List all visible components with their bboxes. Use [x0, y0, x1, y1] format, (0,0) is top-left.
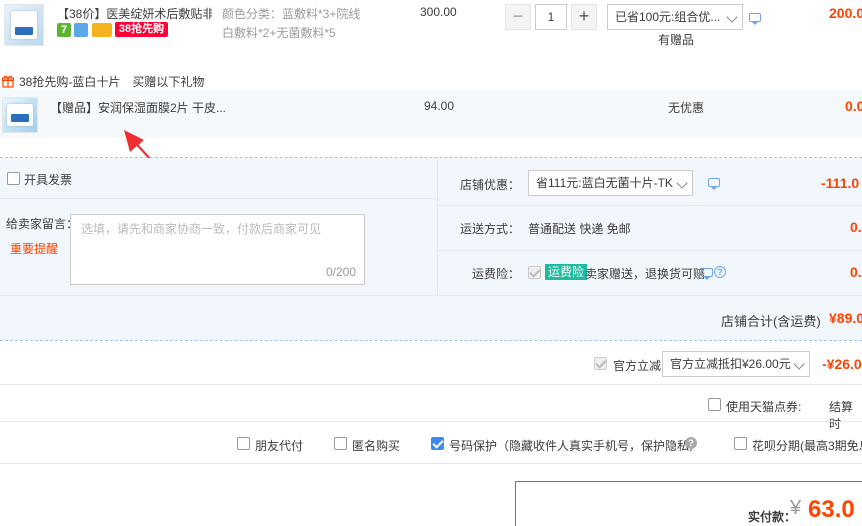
anonymous-checkbox[interactable] — [334, 437, 347, 450]
insurance-description: 卖家赠送，退换货可赔 — [585, 267, 706, 281]
shop-total-amount: ¥89.0 — [829, 310, 862, 326]
separator — [437, 205, 862, 206]
shop-coupon-select[interactable]: 省111元:蓝白无菌十片-TK — [528, 170, 693, 196]
help-icon[interactable]: ? — [714, 266, 726, 278]
service-badge-7day: 7 — [57, 23, 71, 37]
product-title-link[interactable]: 【38价】医美绽妍术后敷贴非... — [57, 5, 212, 22]
gift-thumbnail[interactable] — [2, 97, 38, 133]
message-label: 给卖家留言： — [6, 217, 79, 231]
separator — [0, 463, 862, 464]
official-discount-value: 官方立减抵扣¥26.00元 — [670, 357, 791, 371]
number-protect-label[interactable]: 号码保护（隐藏收件人真实手机号，保护隐私） — [449, 437, 701, 454]
shop-total-label: 店铺合计(含运费) — [721, 314, 821, 329]
separator — [0, 295, 862, 296]
invoice-label[interactable]: 开具发票 — [24, 171, 72, 188]
separator — [437, 250, 862, 251]
gift-icon — [2, 75, 14, 88]
increase-quantity-button[interactable]: + — [571, 4, 597, 30]
promotion-select-value: 已省100元:组合优... — [615, 10, 721, 24]
gift-discount: 无优惠 — [668, 101, 705, 115]
tmall-points-label[interactable]: 使用天猫点券: — [726, 398, 801, 415]
payment-amount: 63.0 — [808, 496, 855, 523]
number-protect-checkbox[interactable] — [431, 437, 444, 450]
product-thumbnail[interactable] — [4, 4, 44, 46]
gift-promo-label: 38抢先购-蓝白十片 — [19, 75, 121, 89]
official-discount-label: 官方立减 — [613, 359, 662, 373]
official-discount-select[interactable]: 官方立减抵扣¥26.00元 — [662, 351, 810, 377]
gift-subtotal: 0.0 — [845, 98, 862, 114]
tmall-points-checkbox[interactable] — [708, 398, 721, 411]
insurance-tag: 运费险 — [545, 264, 588, 280]
message-icon[interactable] — [708, 178, 720, 190]
quantity-stepper: − 1 + — [505, 4, 597, 30]
official-discount-amount: -¥26.0 — [822, 356, 862, 372]
gift-promo-note: 买赠以下礼物 — [132, 75, 205, 89]
shop-coupon-value: 省111元:蓝白无菌十片-TK — [536, 176, 673, 190]
credit-card-icon — [92, 23, 112, 37]
checkout-page: 【38价】医美绽妍术后敷贴非... 7 38抢先购 颜色分类：蓝敷料*3+院线白… — [0, 0, 862, 526]
important-reminder-link[interactable]: 重要提醒 — [10, 240, 58, 257]
promotion-select[interactable]: 已省100元:组合优... — [607, 4, 743, 30]
payment-label: 实付款： — [748, 510, 797, 524]
friend-pay-checkbox[interactable] — [237, 437, 250, 450]
message-icon[interactable] — [701, 268, 713, 280]
shipping-amount: 0.0 — [850, 219, 862, 235]
separator — [0, 340, 862, 341]
chevron-down-icon — [793, 358, 805, 370]
presale-badge: 38抢先购 — [115, 22, 168, 37]
shipping-label: 运送方式： — [460, 222, 521, 236]
insurance-checkbox — [528, 266, 541, 279]
invoice-checkbox[interactable] — [7, 172, 20, 185]
sku-description: 颜色分类：蓝敷料*3+院线白敷料*2+无菌敷料*5 — [222, 7, 361, 40]
gift-price: 94.00 — [424, 99, 455, 113]
gift-header: 38抢先购-蓝白十片 买赠以下礼物 — [2, 73, 204, 90]
separator — [0, 157, 862, 158]
message-icon[interactable] — [749, 13, 761, 25]
decrease-quantity-button[interactable]: − — [505, 4, 531, 30]
chevron-down-icon — [676, 177, 688, 189]
seller-message-textarea[interactable]: 选填，请先和商家协商一致，付款后商家可见 0/200 — [70, 214, 365, 285]
anonymous-label[interactable]: 匿名购买 — [352, 437, 400, 454]
quantity-input[interactable]: 1 — [535, 4, 567, 30]
message-char-counter: 0/200 — [325, 265, 356, 279]
gift-title[interactable]: 【赠品】安润保湿面膜2片 干皮... — [50, 99, 226, 116]
shipping-method: 普通配送 快递 免邮 — [528, 222, 631, 236]
chevron-down-icon — [726, 11, 738, 23]
huabei-label[interactable]: 花呗分期(最高3期免息 — [752, 437, 862, 454]
separator — [437, 158, 438, 295]
shop-coupon-amount: -111.0 — [821, 175, 860, 191]
huabei-checkbox[interactable] — [734, 437, 747, 450]
has-gift-label: 有赠品 — [658, 33, 695, 47]
official-discount-checkbox — [594, 357, 607, 370]
separator — [0, 421, 862, 422]
separator — [0, 198, 437, 199]
tmall-points-note: 结算时 — [829, 400, 854, 431]
payment-currency: ¥ — [790, 497, 802, 519]
unit-price: 300.00 — [420, 5, 457, 19]
insurance-amount: 0.0 — [850, 264, 862, 280]
shop-coupon-label: 店铺优惠： — [460, 178, 521, 192]
service-badge-icon — [74, 23, 88, 37]
separator — [0, 384, 862, 385]
insurance-label: 运费险： — [472, 267, 521, 281]
help-icon[interactable]: ? — [685, 437, 697, 449]
message-placeholder: 选填，请先和商家协商一致，付款后商家可见 — [81, 222, 322, 236]
friend-pay-label[interactable]: 朋友代付 — [255, 437, 303, 454]
item-subtotal: 200.0 — [829, 5, 862, 21]
